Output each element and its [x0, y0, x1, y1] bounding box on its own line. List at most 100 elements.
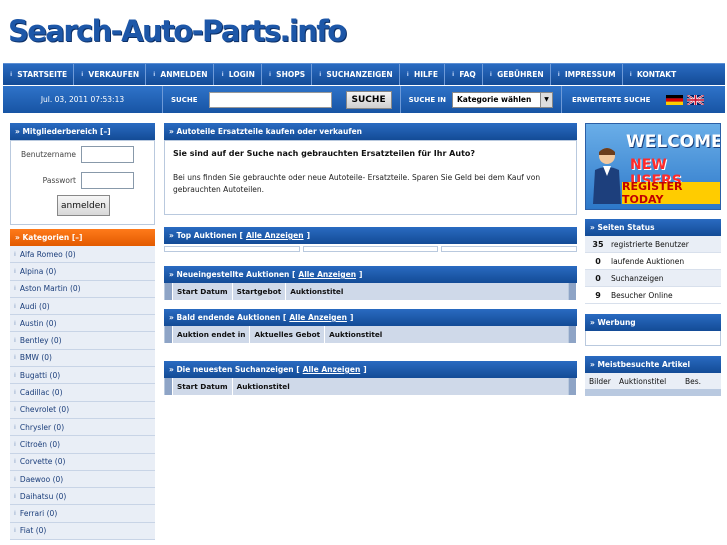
- current-date: Jul. 03, 2011 07:53:13: [3, 86, 163, 113]
- bullet-icon: ⁞: [14, 458, 16, 466]
- category-item[interactable]: ⁞ Citroën (0): [10, 436, 155, 454]
- password-field[interactable]: [81, 171, 134, 189]
- category-item[interactable]: ⁞ Daihatsu (0): [10, 488, 155, 506]
- bracket: ]: [306, 231, 310, 240]
- intro-question: Sie sind auf der Suche nach gebrauchten …: [173, 149, 476, 158]
- category-item[interactable]: ⁞ Alfa Romeo (0): [10, 246, 155, 264]
- top-auctions-header: » Top Auktionen [ Alle Anzeigen ]: [164, 227, 577, 244]
- category-label: Bentley (0): [19, 336, 62, 346]
- category-item[interactable]: ⁞ Audi (0): [10, 297, 155, 316]
- uk-flag-icon[interactable]: [687, 94, 705, 105]
- nav-faq[interactable]: ⁞ FAQ: [445, 64, 483, 85]
- bullet-icon: ⁞: [406, 71, 409, 78]
- column-header[interactable]: Auktionstitel: [233, 378, 569, 395]
- ads-content: [585, 331, 721, 346]
- status-count: 9: [595, 290, 601, 300]
- category-select[interactable]: Kategorie wählen ▼: [452, 91, 553, 108]
- auction-slot: [302, 246, 439, 252]
- all-listings-link[interactable]: Alle Anzeigen: [303, 365, 361, 374]
- category-item[interactable]: ⁞ Cadillac (0): [10, 384, 155, 402]
- category-item[interactable]: ⁞ Alpina (0): [10, 263, 155, 281]
- ending-auctions-header: » Bald endende Auktionen [ Alle Anzeigen…: [164, 309, 577, 326]
- search-input[interactable]: [208, 91, 332, 108]
- category-label: Cadillac (0): [19, 388, 63, 398]
- category-item[interactable]: ⁞ Ferrari (0): [10, 505, 155, 523]
- password-row: Passwort: [11, 167, 154, 193]
- bullet-icon: ⁞: [14, 423, 16, 431]
- all-listings-link[interactable]: Alle Anzeigen: [298, 270, 356, 279]
- nav-hilfe[interactable]: ⁞ HILFE: [400, 64, 446, 85]
- login-button[interactable]: anmelden: [57, 195, 110, 216]
- username-row: Benutzername: [11, 141, 154, 167]
- category-item[interactable]: ⁞ Bugatti (0): [10, 367, 155, 385]
- category-item[interactable]: ⁞ Bentley (0): [10, 332, 155, 350]
- nav-suchanzeigen[interactable]: ⁞ SUCHANZEIGEN: [312, 64, 400, 85]
- nav-login[interactable]: ⁞ LOGIN: [214, 64, 262, 85]
- auction-slot: [164, 246, 300, 252]
- category-label: Chevrolet (0): [19, 405, 70, 415]
- search-in-label: SUCHE IN: [408, 95, 446, 104]
- new-auctions-header: » Neueingestellte Auktionen [ Alle Anzei…: [164, 266, 577, 283]
- nav-verkaufen[interactable]: ⁞ VERKAUFEN: [74, 64, 147, 85]
- column-header[interactable]: Startgebot: [233, 283, 287, 300]
- german-flag-icon[interactable]: [666, 94, 684, 105]
- categories-header[interactable]: » Kategorien [–]: [10, 229, 155, 246]
- wanted-ads-columns: Start Datum Auktionstitel: [164, 378, 577, 395]
- nav-anmelden[interactable]: ⁞ ANMELDEN: [146, 64, 215, 85]
- column-header[interactable]: Start Datum: [173, 283, 233, 300]
- column-header[interactable]: Aktuelles Gebot: [250, 326, 326, 343]
- all-listings-link[interactable]: Alle Anzeigen: [289, 313, 347, 322]
- column-header[interactable]: Auktionstitel: [325, 326, 569, 343]
- nav-startseite[interactable]: ⁞ STARTSEITE: [3, 64, 75, 85]
- all-listings-link[interactable]: Alle Anzeigen: [246, 231, 304, 240]
- category-item[interactable]: ⁞ Chevrolet (0): [10, 401, 155, 419]
- status-row: 9 Besucher Online: [585, 287, 721, 304]
- category-item[interactable]: ⁞ Fiat (0): [10, 522, 155, 541]
- status-label: laufende Auktionen: [611, 256, 685, 266]
- main-content: » Autoteile Ersatzteile kaufen oder verk…: [164, 123, 578, 395]
- column-header[interactable]: Auktionstitel: [286, 283, 569, 300]
- status-count: 0: [595, 256, 601, 266]
- divider: [399, 86, 401, 113]
- category-label: Daihatsu (0): [19, 491, 67, 501]
- site-logo[interactable]: Search-Auto-Parts.info: [8, 14, 347, 48]
- category-label: Audi (0): [19, 301, 50, 311]
- nav-label: KONTAKT: [636, 70, 677, 79]
- username-field[interactable]: [81, 145, 134, 163]
- section-title: » Bald endende Auktionen [: [169, 313, 287, 322]
- welcome-banner[interactable]: WELCOME NEW USERS REGISTER TODAY: [585, 123, 721, 210]
- nav-kontakt[interactable]: ⁞ KONTAKT: [623, 64, 683, 85]
- search-button[interactable]: SUCHE: [345, 90, 392, 109]
- bullet-icon: ⁞: [14, 371, 16, 379]
- column-header: Bes.: [685, 376, 702, 386]
- nav-impressum[interactable]: ⁞ IMPRESSUM: [551, 64, 623, 85]
- column-header[interactable]: Start Datum: [173, 378, 233, 395]
- bullet-icon: ⁞: [14, 319, 16, 327]
- category-item[interactable]: ⁞ Aston Martin (0): [10, 280, 155, 298]
- category-label: Daewoo (0): [19, 474, 64, 484]
- nav-label: ANMELDEN: [160, 70, 208, 79]
- language-flags: [666, 94, 705, 105]
- category-label: Corvette (0): [19, 457, 66, 467]
- category-item[interactable]: ⁞ Corvette (0): [10, 453, 155, 471]
- advanced-search-link[interactable]: ERWEITERTE SUCHE: [572, 96, 650, 104]
- bullet-icon: ⁞: [452, 71, 455, 78]
- bracket: ]: [349, 313, 354, 322]
- category-item[interactable]: ⁞ Austin (0): [10, 315, 155, 333]
- category-label: Alpina (0): [19, 266, 57, 276]
- category-item[interactable]: ⁞ Chrysler (0): [10, 418, 155, 437]
- category-item[interactable]: ⁞ BMW (0): [10, 349, 155, 368]
- wanted-ads-section: » Die neuesten Suchanzeigen [ Alle Anzei…: [164, 361, 577, 395]
- nav-label: FAQ: [459, 70, 476, 79]
- intro-header: » Autoteile Ersatzteile kaufen oder verk…: [164, 123, 577, 140]
- category-item[interactable]: ⁞ Daewoo (0): [10, 470, 155, 489]
- chevron-down-icon[interactable]: ▼: [540, 92, 552, 107]
- nav-gebuehren[interactable]: ⁞ GEBÜHREN: [483, 64, 551, 85]
- bracket: ]: [359, 270, 363, 279]
- bullet-icon: ⁞: [14, 285, 16, 293]
- bullet-icon: ⁞: [14, 527, 16, 535]
- nav-shops[interactable]: ⁞ SHOPS: [262, 64, 313, 85]
- column-header[interactable]: Auktion endet in: [173, 326, 251, 343]
- column-spacer: [165, 283, 173, 300]
- member-area-header[interactable]: » Mitgliederbereich [–]: [10, 123, 155, 140]
